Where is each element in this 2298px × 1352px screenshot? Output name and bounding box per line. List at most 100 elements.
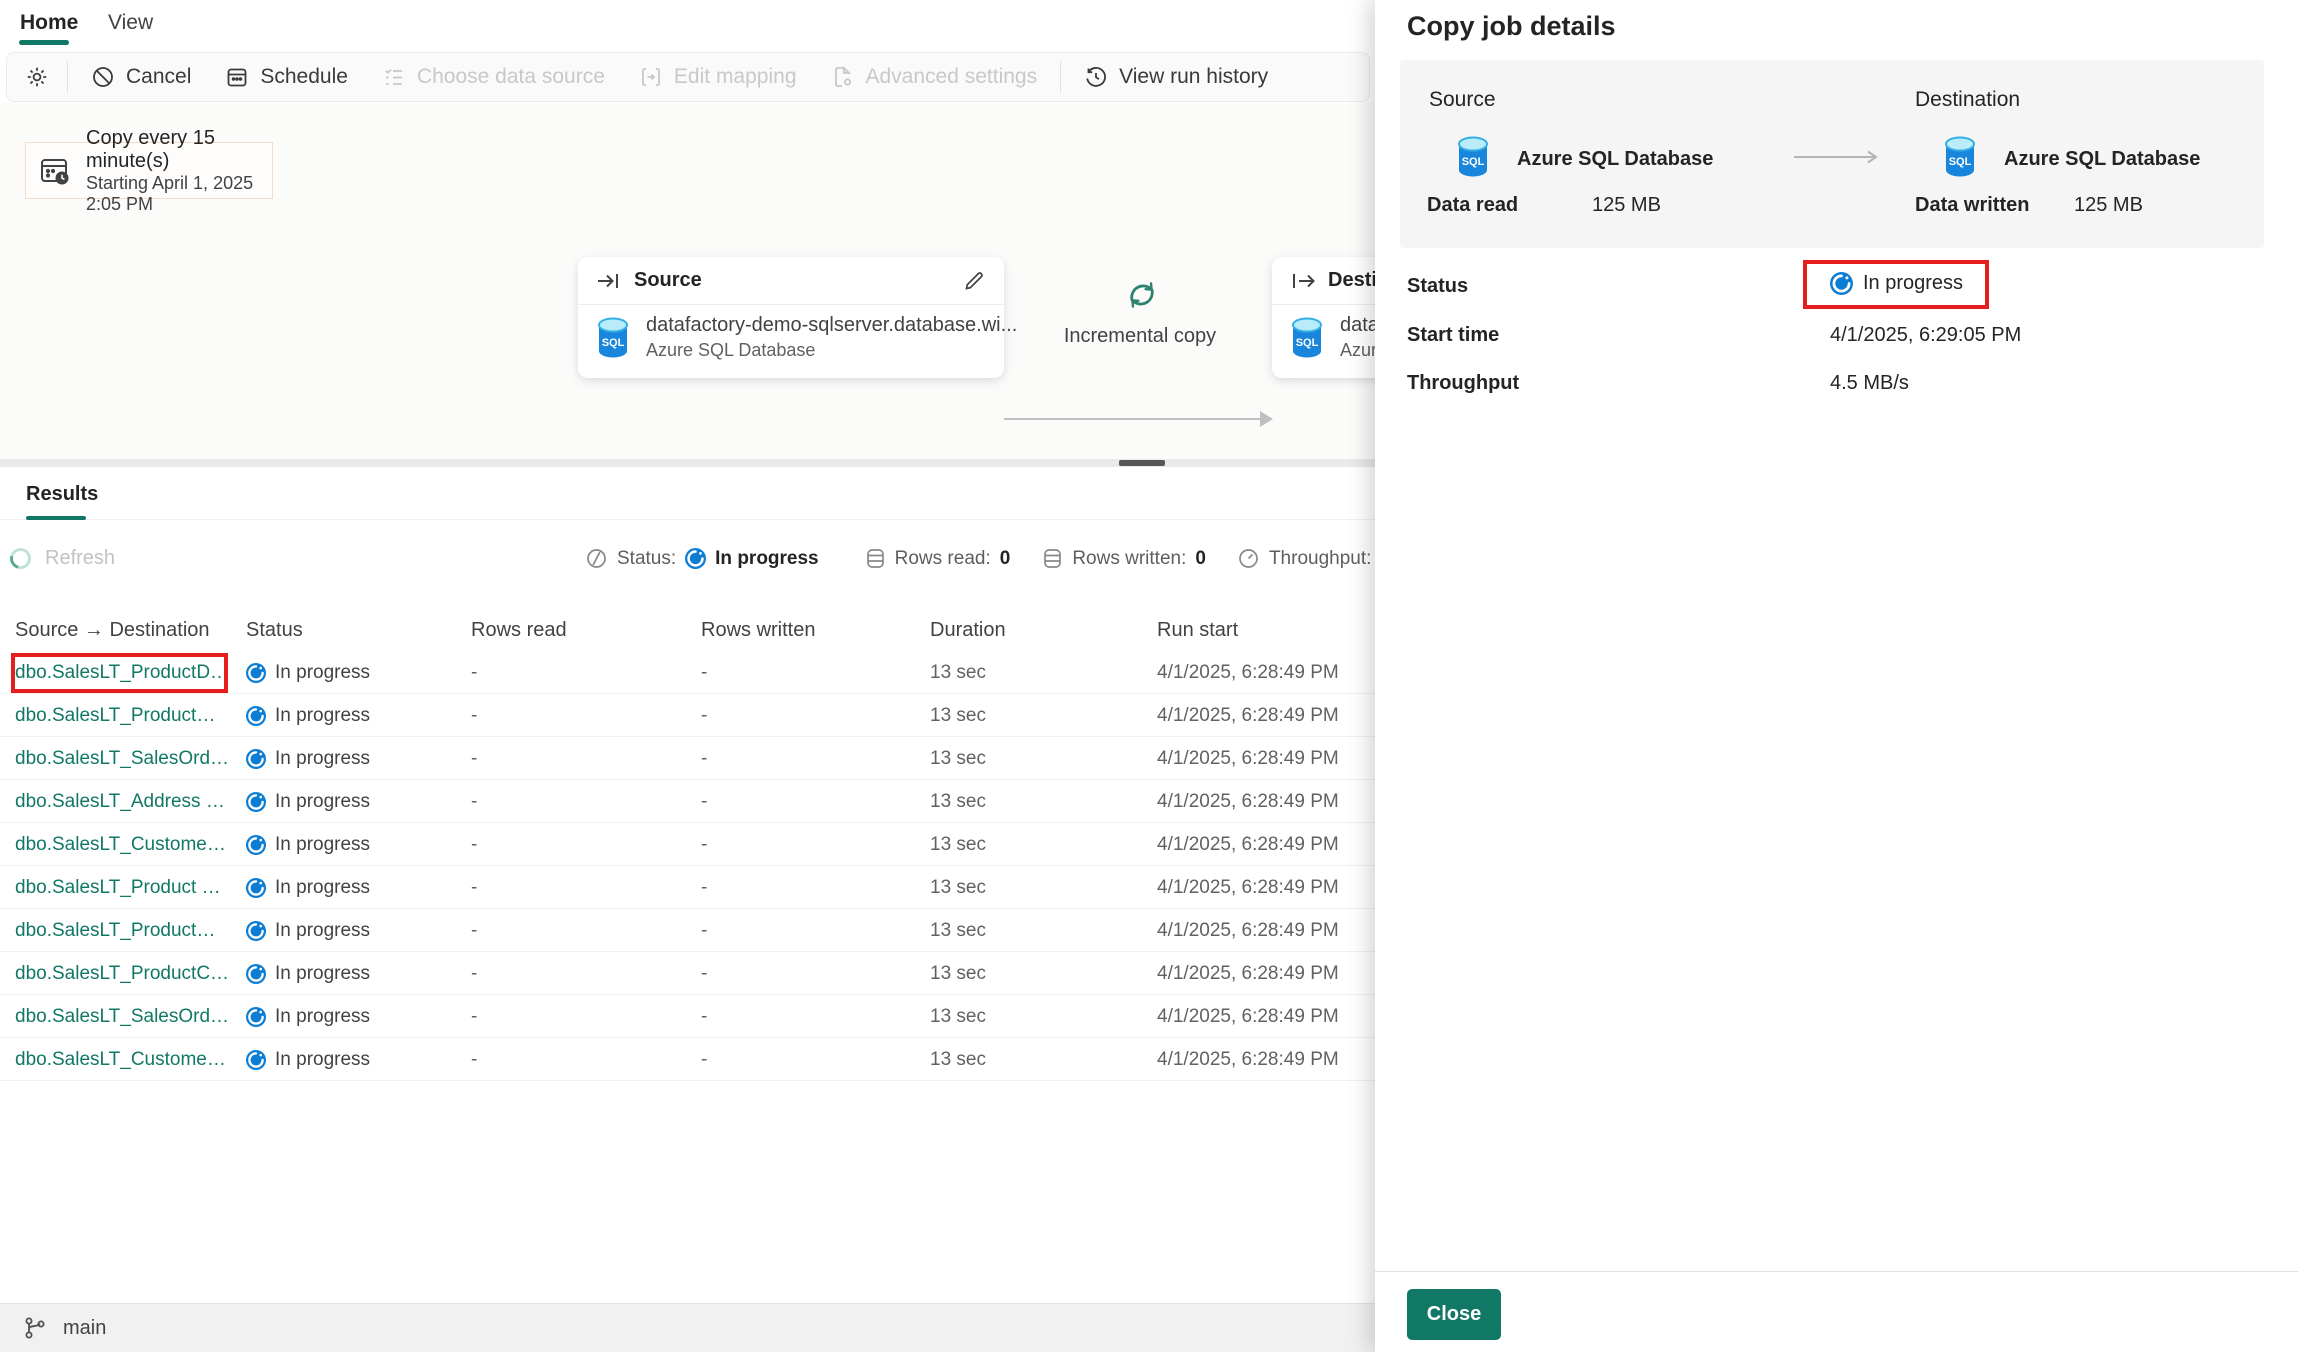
cancel-button[interactable]: Cancel xyxy=(74,57,208,97)
row-link[interactable]: dbo.SalesLT_SalesOrder... xyxy=(15,748,230,770)
table-row: dbo.SalesLT_Product → ... In progress - … xyxy=(0,866,1376,909)
top-tab-bar: Home View xyxy=(0,0,1376,48)
connector-label: Incremental copy xyxy=(1040,325,1240,348)
statusbar-status: Status: In progress xyxy=(585,547,819,570)
branch-name[interactable]: main xyxy=(63,1317,106,1340)
data-read-value: 125 MB xyxy=(1592,194,1661,217)
row-run-start: 4/1/2025, 6:28:49 PM xyxy=(1157,877,1339,899)
card-source-label: Source xyxy=(1429,88,1496,112)
panel-footer-divider xyxy=(1375,1271,2298,1272)
col-header-rows-read[interactable]: Rows read xyxy=(471,619,567,642)
row-link[interactable]: dbo.SalesLT_ProductMo... xyxy=(15,920,230,942)
col-header-status[interactable]: Status xyxy=(246,619,303,642)
row-link[interactable]: dbo.SalesLT_ProductDes... xyxy=(15,662,230,684)
schedule-label: Schedule xyxy=(260,65,348,89)
choose-data-source-button[interactable]: Choose data source xyxy=(365,57,622,97)
in-progress-icon xyxy=(1830,272,1853,295)
refresh-button[interactable]: Refresh xyxy=(10,547,115,570)
settings-button[interactable] xyxy=(13,57,61,97)
status-value: In progress xyxy=(1830,272,1963,295)
row-rows-read: - xyxy=(471,791,477,813)
bottom-status-bar: main xyxy=(0,1303,1376,1352)
source-node-header: Source xyxy=(634,269,702,292)
in-progress-icon xyxy=(685,548,706,569)
table-row: dbo.SalesLT_SalesOrder... In progress - … xyxy=(0,995,1376,1038)
col-header-run-start[interactable]: Run start xyxy=(1157,619,1238,642)
git-branch-icon xyxy=(22,1315,48,1341)
table-row: dbo.SalesLT_Address → ... In progress - … xyxy=(0,780,1376,823)
in-progress-icon xyxy=(246,706,266,726)
row-link[interactable]: dbo.SalesLT_SalesOrder... xyxy=(15,1006,230,1028)
row-link[interactable]: dbo.SalesLT_Address → ... xyxy=(15,791,230,813)
schedule-chip-title: Copy every 15 minute(s) xyxy=(86,127,260,173)
row-status-text: In progress xyxy=(275,1049,370,1071)
throughput-label: Throughput xyxy=(1407,372,1519,395)
arrow-into-bar-icon xyxy=(596,270,622,292)
results-tab-strip: Results xyxy=(0,467,1376,520)
row-status-cell: In progress xyxy=(246,877,370,899)
connector-line xyxy=(1004,418,1262,420)
source-node[interactable]: Source datafactory-demo-sqlserver.databa… xyxy=(578,257,1004,378)
in-progress-icon xyxy=(246,878,266,898)
advanced-settings-button[interactable]: Advanced settings xyxy=(814,57,1055,97)
row-link[interactable]: dbo.SalesLT_Product → ... xyxy=(15,877,230,899)
status-circle-icon xyxy=(585,547,608,570)
calendar-icon xyxy=(225,65,249,89)
gauge-icon xyxy=(1237,547,1260,570)
tab-results[interactable]: Results xyxy=(26,483,98,506)
row-status-cell: In progress xyxy=(246,705,370,727)
throughput-value: 4.5 MB/s xyxy=(1830,372,1909,395)
row-rows-written: - xyxy=(701,791,707,813)
row-link[interactable]: dbo.SalesLT_ProductCat... xyxy=(15,963,230,985)
row-status-text: In progress xyxy=(275,920,370,942)
view-run-history-button[interactable]: View run history xyxy=(1067,57,1285,97)
source-node-subtitle: Azure SQL Database xyxy=(646,340,1017,361)
in-progress-icon xyxy=(246,964,266,984)
row-link[interactable]: dbo.SalesLT_Customer ... xyxy=(15,1049,230,1071)
edit-mapping-button[interactable]: Edit mapping xyxy=(622,57,814,97)
tab-home[interactable]: Home xyxy=(20,11,78,35)
row-link[interactable]: dbo.SalesLT_ProductMo... xyxy=(15,705,230,727)
row-duration: 13 sec xyxy=(930,963,986,985)
row-rows-read: - xyxy=(471,963,477,985)
choose-data-source-label: Choose data source xyxy=(417,65,605,89)
edit-pencil-icon[interactable] xyxy=(962,269,986,293)
row-run-start: 4/1/2025, 6:28:49 PM xyxy=(1157,705,1339,727)
database-icon xyxy=(1042,547,1063,570)
document-gear-icon xyxy=(831,65,855,89)
status-value-text: In progress xyxy=(1863,272,1963,295)
table-row: dbo.SalesLT_ProductMo... In progress - -… xyxy=(0,909,1376,952)
table-row: dbo.SalesLT_SalesOrder... In progress - … xyxy=(0,737,1376,780)
row-duration: 13 sec xyxy=(930,834,986,856)
row-link[interactable]: dbo.SalesLT_CustomerA... xyxy=(15,834,230,856)
row-rows-read: - xyxy=(471,748,477,770)
source-node-title: datafactory-demo-sqlserver.database.wi..… xyxy=(646,314,1017,337)
tab-view[interactable]: View xyxy=(108,11,153,35)
col-header-rows-written[interactable]: Rows written xyxy=(701,619,815,642)
splitter-drag-handle[interactable] xyxy=(1119,460,1165,466)
row-rows-written: - xyxy=(701,1006,707,1028)
col-header-duration[interactable]: Duration xyxy=(930,619,1006,642)
schedule-summary-chip[interactable]: Copy every 15 minute(s) Starting April 1… xyxy=(25,142,273,199)
row-status-cell: In progress xyxy=(246,1049,370,1071)
col-header-source-destination[interactable]: Source → Destination xyxy=(15,619,210,642)
row-rows-written: - xyxy=(701,705,707,727)
row-status-text: In progress xyxy=(275,662,370,684)
close-button[interactable]: Close xyxy=(1407,1289,1501,1340)
table-row: dbo.SalesLT_Customer ... In progress - -… xyxy=(0,1038,1376,1081)
view-run-history-label: View run history xyxy=(1119,65,1268,89)
row-status-cell: In progress xyxy=(246,1006,370,1028)
row-rows-written: - xyxy=(701,920,707,942)
data-read-label: Data read xyxy=(1427,194,1518,217)
azure-sql-database-icon xyxy=(596,317,630,359)
results-tab-active-underline xyxy=(26,516,86,520)
refresh-label: Refresh xyxy=(45,547,115,570)
source-destination-card: Source Destination Azure SQL Database Az… xyxy=(1400,60,2264,248)
results-table-body: dbo.SalesLT_ProductDes... In progress - … xyxy=(0,651,1376,1081)
schedule-button[interactable]: Schedule xyxy=(208,57,365,97)
data-written-value: 125 MB xyxy=(2074,194,2143,217)
in-progress-icon xyxy=(246,921,266,941)
database-icon xyxy=(865,547,886,570)
azure-sql-database-icon xyxy=(1456,136,1490,178)
row-status-cell: In progress xyxy=(246,834,370,856)
